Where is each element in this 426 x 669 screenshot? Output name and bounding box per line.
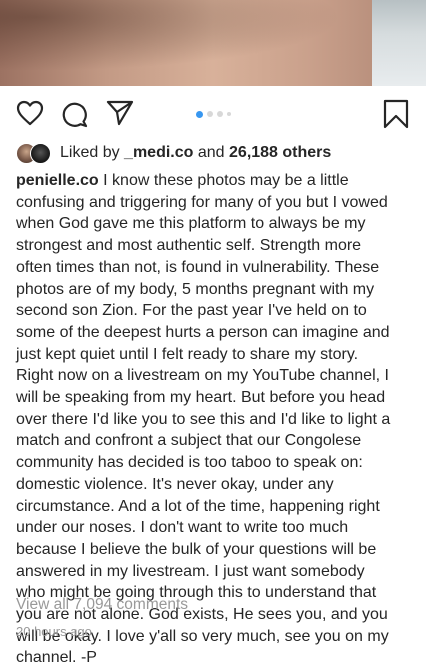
liker-username[interactable]: _medi.co — [124, 144, 193, 162]
paper-plane-icon[interactable] — [106, 100, 134, 126]
caption-text: I know these photos may be a little conf… — [16, 172, 391, 667]
caption-username[interactable]: penielle.co — [16, 172, 99, 189]
carousel-dot — [227, 112, 231, 116]
carousel-dot — [207, 111, 213, 117]
liker-avatars — [16, 143, 52, 164]
heart-icon[interactable] — [16, 100, 44, 126]
likes-conjunction: and — [197, 144, 225, 161]
post-timestamp: 20 hours ago — [16, 624, 92, 639]
post-caption: penielle.co I know these photos may be a… — [16, 170, 414, 669]
likes-summary[interactable]: Liked by _medi.co and 26,188 others — [16, 142, 331, 164]
view-all-comments-link[interactable]: View all 7,094 comments — [16, 596, 188, 614]
action-bar — [0, 90, 426, 136]
likes-prefix: Liked by — [60, 144, 120, 161]
post-photo[interactable] — [0, 0, 426, 86]
photo-background — [372, 0, 426, 86]
carousel-indicator — [196, 110, 231, 118]
likes-count[interactable]: 26,188 others — [229, 144, 331, 162]
avatar — [30, 143, 51, 164]
bookmark-icon[interactable] — [383, 99, 409, 129]
photo-shadow — [0, 0, 426, 86]
carousel-dot-active — [196, 110, 203, 118]
comment-icon[interactable] — [60, 100, 88, 128]
carousel-dot — [217, 111, 223, 117]
